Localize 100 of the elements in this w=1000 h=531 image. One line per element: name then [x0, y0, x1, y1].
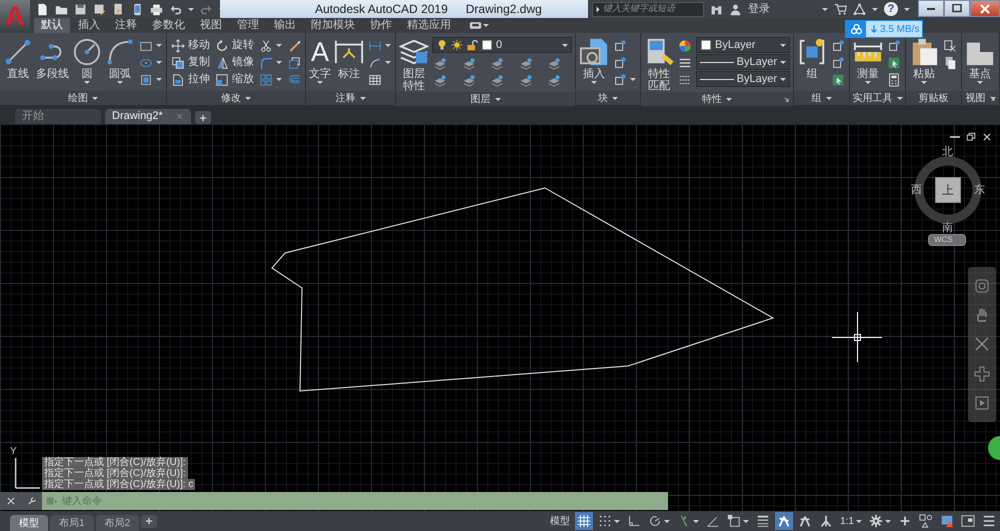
minimize-button[interactable]: [918, 0, 944, 17]
ribbon-tab[interactable]: 默认: [34, 18, 70, 33]
ribbon-tool-button[interactable]: 拉伸: [170, 71, 211, 88]
undo-arrow-icon[interactable]: [169, 2, 182, 16]
new-layout-button[interactable]: [141, 514, 158, 528]
connected-triangle-icon[interactable]: [853, 2, 866, 16]
ribbon-tab[interactable]: 注释: [108, 18, 144, 33]
linetype-dropdown[interactable]: ByLayer: [696, 54, 790, 70]
corner-arrow-icon[interactable]: [989, 95, 996, 102]
lineweight-dropdown[interactable]: ByLayer: [696, 71, 790, 87]
ribbon-tab[interactable]: 附加模块: [304, 18, 362, 33]
cross-arrow-icon[interactable]: [974, 336, 990, 352]
compass-direction-label[interactable]: 西: [911, 184, 922, 196]
layer-dropdown[interactable]: 0: [432, 37, 572, 53]
close-command-button[interactable]: [6, 496, 16, 506]
maximize-button[interactable]: [944, 0, 970, 17]
person-icon[interactable]: [729, 2, 742, 16]
ribbon-tool-button[interactable]: 基点: [965, 37, 995, 84]
corner-arrow-icon[interactable]: [783, 96, 790, 103]
ribbon-tab[interactable]: 管理: [230, 18, 266, 33]
search-field[interactable]: 键入关键字或短语: [592, 2, 704, 16]
ribbon-tool-button[interactable]: 粘贴: [909, 37, 939, 84]
ribbon-tab[interactable]: 视图: [193, 18, 229, 33]
page-upload-icon[interactable]: [112, 2, 125, 16]
gear-icon: [869, 514, 883, 528]
layer-stack-icon: [433, 72, 447, 86]
ribbon-tool-button[interactable]: 测量: [853, 37, 883, 84]
scissors-icon: [259, 38, 273, 52]
ribbon-tool-button[interactable]: 圆弧: [105, 37, 135, 84]
viewcube-face[interactable]: 上: [935, 177, 961, 203]
layout-tab[interactable]: 模型: [10, 515, 48, 531]
ribbon-tab[interactable]: 插入: [71, 18, 107, 33]
rounded-corner-icon: [259, 56, 273, 70]
color-wheel-icon: [678, 38, 692, 52]
status-bar-button[interactable]: [867, 512, 893, 530]
ribbon-tool-button[interactable]: 插入: [579, 37, 609, 84]
ribbon-tool-button[interactable]: 多段线: [36, 37, 69, 80]
compass-direction-label[interactable]: 南: [942, 222, 953, 234]
ribbon-tab[interactable]: 精选应用: [400, 18, 458, 33]
ribbon-tool-button[interactable]: 组: [797, 37, 827, 80]
ribbon-tool-button[interactable]: 标注: [334, 37, 364, 80]
ribbon-tab[interactable]: 输出: [267, 18, 303, 33]
play-window-icon[interactable]: [974, 395, 990, 412]
color-dropdown[interactable]: ByLayer: [696, 37, 790, 53]
close-icon[interactable]: [982, 132, 992, 142]
right-angle-icon: [627, 514, 642, 528]
status-bar-button[interactable]: 1:1: [838, 512, 864, 530]
status-bar-button[interactable]: [775, 512, 794, 530]
line-icon: [3, 37, 33, 67]
new-tab-button[interactable]: [195, 111, 211, 124]
arc-icon: [105, 37, 135, 67]
search-input[interactable]: 键入关键字或短语: [603, 2, 698, 16]
customize-button[interactable]: [26, 496, 36, 506]
command-input[interactable]: 键入命令: [62, 494, 668, 508]
document-title: Drawing2.dwg: [466, 1, 542, 18]
ribbon-tool-button[interactable]: 特性匹配: [644, 37, 674, 92]
document-tab[interactable]: Drawing2*: [105, 109, 191, 124]
caret-icon: [664, 520, 670, 522]
compass-direction-label[interactable]: 北: [942, 146, 953, 158]
ribbon-tab[interactable]: 协作: [363, 18, 399, 33]
cursor-window-icon: [831, 72, 845, 86]
caret-icon: [743, 520, 750, 522]
layout-tab[interactable]: 布局1: [50, 515, 94, 531]
help-button[interactable]: ?: [884, 2, 898, 16]
compass-direction-label[interactable]: 东: [974, 184, 985, 196]
close-button[interactable]: [970, 0, 1000, 17]
layout-tab[interactable]: 布局2: [96, 515, 140, 531]
ribbon-tool-button[interactable]: 镜像: [214, 54, 255, 71]
status-bar-button[interactable]: 模型: [548, 512, 572, 530]
document-tab[interactable]: 开始: [15, 109, 101, 124]
blank-page-icon[interactable]: [36, 2, 49, 16]
caret-icon: [693, 520, 700, 522]
line-sample: [700, 78, 734, 80]
ribbon-tool-button[interactable]: 复制: [170, 54, 211, 71]
plus-shape-icon[interactable]: [974, 366, 990, 382]
caret-icon: [562, 44, 568, 46]
ribbon-tool-button[interactable]: [886, 71, 902, 88]
status-bar-button[interactable]: [917, 512, 935, 530]
ribbon-tool-button[interactable]: 圆: [72, 37, 102, 84]
leader-icon: [368, 56, 382, 70]
ribbon-tool-button[interactable]: A 文字: [309, 37, 331, 84]
cart-icon[interactable]: [834, 2, 847, 16]
restore-icon[interactable]: [966, 132, 976, 142]
printer-icon[interactable]: [150, 2, 163, 16]
ribbon-tool-button[interactable]: 直线: [3, 37, 33, 80]
sign-in-link[interactable]: 登录: [748, 0, 770, 18]
ribbon-tool-button[interactable]: 图层特性: [399, 37, 429, 92]
ribbon-tool-button[interactable]: 缩放: [214, 71, 255, 88]
status-bar-button[interactable]: [575, 512, 594, 530]
square-dot-icon: [831, 56, 845, 70]
close-icon: [980, 4, 990, 14]
caret-icon: [245, 96, 251, 100]
ribbon-tab[interactable]: 参数化: [145, 18, 192, 33]
panel-title[interactable]: 剪贴板: [918, 90, 948, 106]
ribbon-tool-button[interactable]: 旋转: [214, 37, 255, 54]
ribbon-tool-button[interactable]: 移动: [170, 37, 211, 54]
rounded-square-icon[interactable]: [974, 278, 990, 294]
floppy-pencil-icon[interactable]: [93, 2, 106, 16]
caret-icon: [596, 6, 600, 12]
page-cross-icon: [943, 38, 957, 52]
